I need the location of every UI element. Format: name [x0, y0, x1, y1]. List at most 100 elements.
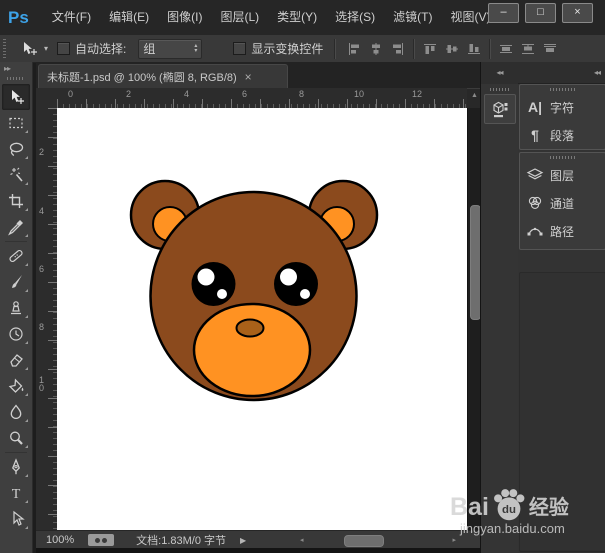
paint-bucket-icon: [7, 377, 25, 395]
eraser-icon: [7, 351, 25, 369]
panel-button-character[interactable]: A| 字符: [520, 93, 605, 121]
align-horizontal-centers-button[interactable]: [366, 39, 386, 59]
group-grip[interactable]: [550, 88, 576, 91]
panel-button-paragraph[interactable]: ¶ 段落: [520, 121, 605, 149]
ruler-label: 2: [39, 148, 47, 156]
panel-button-paths[interactable]: 路径: [520, 217, 605, 245]
document-tab-title: 未标题-1.psd @ 100% (椭圆 8, RGB/8): [47, 69, 237, 85]
panel-label: 通道: [550, 195, 574, 212]
panel-button-layers[interactable]: 图层: [520, 161, 605, 189]
strip-collapse-icon[interactable]: ◂◂: [481, 62, 518, 85]
distribute-right-edges-button[interactable]: [540, 39, 560, 59]
dodge-icon: [7, 429, 25, 447]
type-icon: T: [7, 484, 25, 502]
status-flyout-icon[interactable]: ▶: [240, 536, 246, 545]
marquee-icon: [7, 114, 25, 132]
brush-tool[interactable]: [2, 269, 30, 295]
tool-preset-dropdown-icon[interactable]: ▾: [44, 44, 48, 53]
scroll-up-icon[interactable]: ▲: [471, 92, 478, 99]
options-bar: ▾ 自动选择: 组 ▴▾ 显示变换控件: [0, 35, 605, 63]
menu-bar: Ps 文件(F) 编辑(E) 图像(I) 图层(L) 类型(Y) 选择(S) 滤…: [0, 0, 605, 36]
dodge-tool[interactable]: [2, 425, 30, 451]
blur-tool[interactable]: [2, 399, 30, 425]
close-button[interactable]: ×: [562, 3, 593, 23]
scroll-left-icon[interactable]: ◂: [300, 536, 304, 544]
align-left-edges-button[interactable]: [344, 39, 364, 59]
minimize-button[interactable]: –: [488, 3, 519, 23]
toolbar-expand-icon[interactable]: ▸▸: [0, 62, 32, 75]
distribute-left-edges-button[interactable]: [496, 39, 516, 59]
ruler-origin-box[interactable]: [36, 88, 58, 109]
type-tool[interactable]: T: [2, 480, 30, 506]
rectangular-marquee-tool[interactable]: [2, 110, 30, 136]
horizontal-scrollbar-thumb[interactable]: [344, 535, 384, 547]
ruler-label: 10: [354, 89, 364, 99]
ruler-label: 2: [126, 89, 131, 99]
crop-tool[interactable]: [2, 188, 30, 214]
clone-stamp-tool[interactable]: [2, 295, 30, 321]
toolbar-grip[interactable]: [7, 77, 25, 80]
svg-text:T: T: [12, 487, 21, 502]
brush-icon: [7, 273, 25, 291]
eraser-tool[interactable]: [2, 347, 30, 373]
magic-wand-tool[interactable]: [2, 162, 30, 188]
paths-panel-icon: [520, 222, 550, 240]
tools-panel: ▸▸: [0, 62, 33, 553]
align-vertical-centers-button[interactable]: [442, 39, 462, 59]
vertical-scrollbar[interactable]: ▲: [467, 108, 481, 530]
panel-group-layers: 图层 通道 路径: [519, 152, 605, 250]
horizontal-ruler: 0 2 4 6 8 10 12: [57, 88, 467, 109]
show-transform-label: 显示变换控件: [251, 40, 323, 57]
panel-button-channels[interactable]: 通道: [520, 189, 605, 217]
align-bottom-edges-button[interactable]: [464, 39, 484, 59]
zoom-level-field[interactable]: 100%: [46, 534, 74, 546]
show-transform-checkbox[interactable]: [233, 42, 246, 55]
layers-panel-icon: [520, 166, 550, 184]
menu-edit[interactable]: 编辑(E): [100, 0, 158, 35]
lasso-tool[interactable]: [2, 136, 30, 162]
group-grip[interactable]: [550, 156, 576, 159]
move-tool-preset-icon[interactable]: [20, 41, 40, 57]
auto-select-label: 自动选择:: [75, 40, 126, 57]
move-tool[interactable]: [2, 84, 30, 110]
distribute-horizontal-centers-button[interactable]: [518, 39, 538, 59]
menu-filter[interactable]: 滤镜(T): [384, 0, 441, 35]
canvas[interactable]: [57, 108, 467, 530]
strip-grip[interactable]: [490, 88, 510, 91]
eyedropper-icon: [7, 218, 25, 236]
menu-file[interactable]: 文件(F): [43, 0, 100, 35]
lasso-icon: [7, 140, 25, 158]
menu-select[interactable]: 选择(S): [326, 0, 384, 35]
auto-select-checkbox[interactable]: [57, 42, 70, 55]
spot-healing-brush-tool[interactable]: [2, 243, 30, 269]
paint-bucket-tool[interactable]: [2, 373, 30, 399]
options-grip[interactable]: [3, 39, 6, 59]
blur-icon: [7, 403, 25, 421]
channels-panel-icon: [520, 194, 550, 212]
align-right-edges-button[interactable]: [388, 39, 408, 59]
dock-collapse-icon[interactable]: ◂◂: [518, 62, 605, 84]
auto-select-dropdown[interactable]: 组 ▴▾: [138, 39, 202, 59]
3d-panel-button[interactable]: [484, 94, 516, 124]
status-preview-icon: [88, 534, 114, 546]
svg-text:du: du: [502, 504, 516, 516]
eye-highlight: [198, 269, 215, 286]
ruler-label: 4: [39, 207, 47, 215]
tab-close-icon[interactable]: ×: [245, 70, 252, 84]
history-brush-tool[interactable]: [2, 321, 30, 347]
menu-type[interactable]: 类型(Y): [268, 0, 326, 35]
horizontal-scrollbar[interactable]: ◂ ▸: [300, 533, 460, 547]
menu-layer[interactable]: 图层(L): [211, 0, 268, 35]
align-top-edges-button[interactable]: [420, 39, 440, 59]
pen-tool[interactable]: [2, 454, 30, 480]
eyedropper-tool[interactable]: [2, 214, 30, 240]
watermark-bai-text: Bai: [450, 494, 489, 520]
ruler-label: 0: [68, 89, 73, 99]
ruler-label: 6: [39, 265, 47, 273]
maximize-button[interactable]: □: [525, 3, 556, 23]
menu-image[interactable]: 图像(I): [158, 0, 211, 35]
panel-group-text: A| 字符 ¶ 段落: [519, 84, 605, 150]
window-controls: – □ ×: [488, 3, 593, 23]
path-selection-tool[interactable]: [2, 506, 30, 532]
document-tab[interactable]: 未标题-1.psd @ 100% (椭圆 8, RGB/8) ×: [38, 64, 288, 88]
